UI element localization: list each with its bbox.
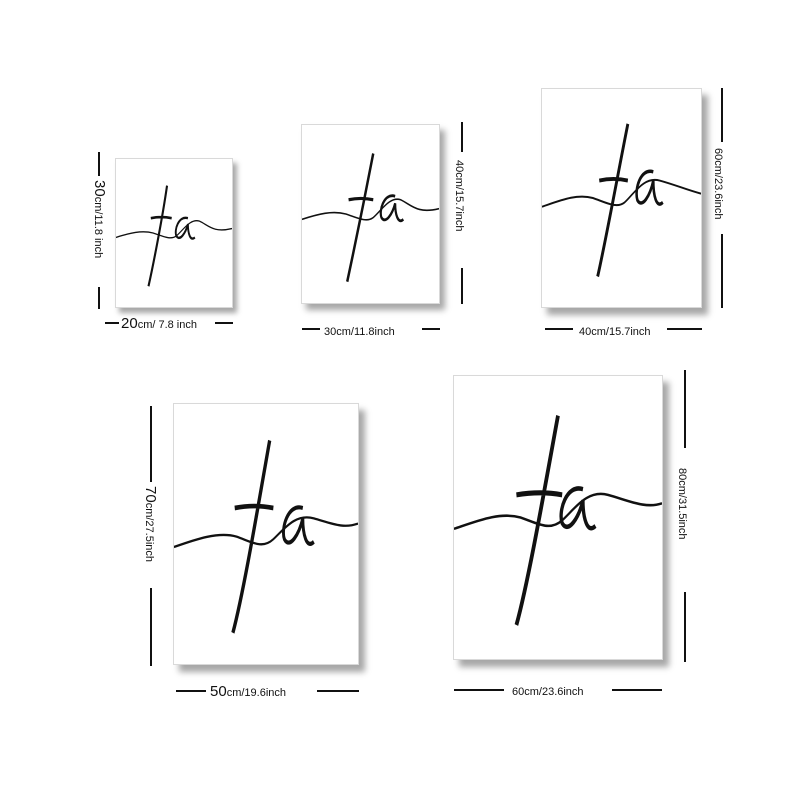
width-label-cm: 20 [121, 315, 138, 332]
height-label: 40cm/15.7inch [453, 160, 468, 232]
width-label-unit: cm/19.6inch [226, 687, 286, 699]
width-label-unit: 30cm/11.8inch [324, 326, 395, 338]
width-label-unit: cm/ 7.8 inch [137, 319, 197, 331]
width-dimension-line-left [454, 689, 504, 691]
print-frame-50x70 [173, 403, 359, 665]
width-label: 40cm/15.7inch [579, 323, 651, 338]
height-dimension-line-bottom [98, 287, 100, 309]
height-label-unit: cm/11.8 inch [92, 196, 104, 259]
width-dimension-line-right [667, 328, 702, 330]
width-label-cm: 50 [210, 683, 227, 700]
fa-script-artwork [302, 153, 439, 283]
width-dimension-line-left [176, 690, 206, 692]
fa-script-artwork [542, 123, 701, 278]
height-label: 80cm/31.5inch [676, 468, 691, 540]
height-label: 70cm/27.5inch [142, 486, 159, 562]
width-dimension-line-right [612, 689, 662, 691]
width-label: 30cm/11.8inch [324, 323, 395, 338]
height-dimension-line-bottom [721, 234, 723, 308]
width-dimension-line-right [317, 690, 359, 692]
height-label: 60cm/23.6inch [712, 148, 727, 220]
fa-script-artwork [454, 415, 662, 626]
fa-script-artwork [174, 439, 358, 634]
width-dimension-line-right [215, 322, 233, 324]
height-dimension-line-bottom [461, 268, 463, 304]
height-dimension-line-bottom [150, 588, 152, 666]
width-dimension-line-right [422, 328, 440, 330]
height-dimension-line-top [150, 406, 152, 482]
height-label-unit: cm/27.5inch [143, 502, 155, 562]
fa-script-artwork [116, 185, 232, 287]
height-label: 30cm/11.8 inch [91, 180, 108, 259]
height-label-cm: 70 [142, 486, 159, 503]
height-label-unit: 60cm/23.6inch [712, 148, 724, 220]
width-label-unit: 40cm/15.7inch [579, 326, 651, 338]
width-label: 20cm/ 7.8 inch [121, 316, 197, 331]
print-frame-40x60 [541, 88, 702, 308]
height-dimension-line-top [721, 88, 723, 142]
height-label-cm: 30 [91, 180, 108, 197]
width-label: 50cm/19.6inch [210, 684, 286, 699]
height-dimension-line-top [461, 122, 463, 152]
height-label-unit: 80cm/31.5inch [676, 468, 688, 540]
print-frame-20x30 [115, 158, 233, 308]
width-dimension-line-left [302, 328, 320, 330]
width-dimension-line-left [545, 328, 573, 330]
width-label-unit: 60cm/23.6inch [512, 686, 584, 698]
print-frame-30x40 [301, 124, 440, 304]
width-dimension-line-left [105, 322, 119, 324]
height-label-unit: 40cm/15.7inch [453, 160, 465, 232]
print-frame-60x80 [453, 375, 663, 660]
height-dimension-line-top [684, 370, 686, 448]
height-dimension-line-top [98, 152, 100, 176]
height-dimension-line-bottom [684, 592, 686, 662]
width-label: 60cm/23.6inch [512, 683, 584, 698]
